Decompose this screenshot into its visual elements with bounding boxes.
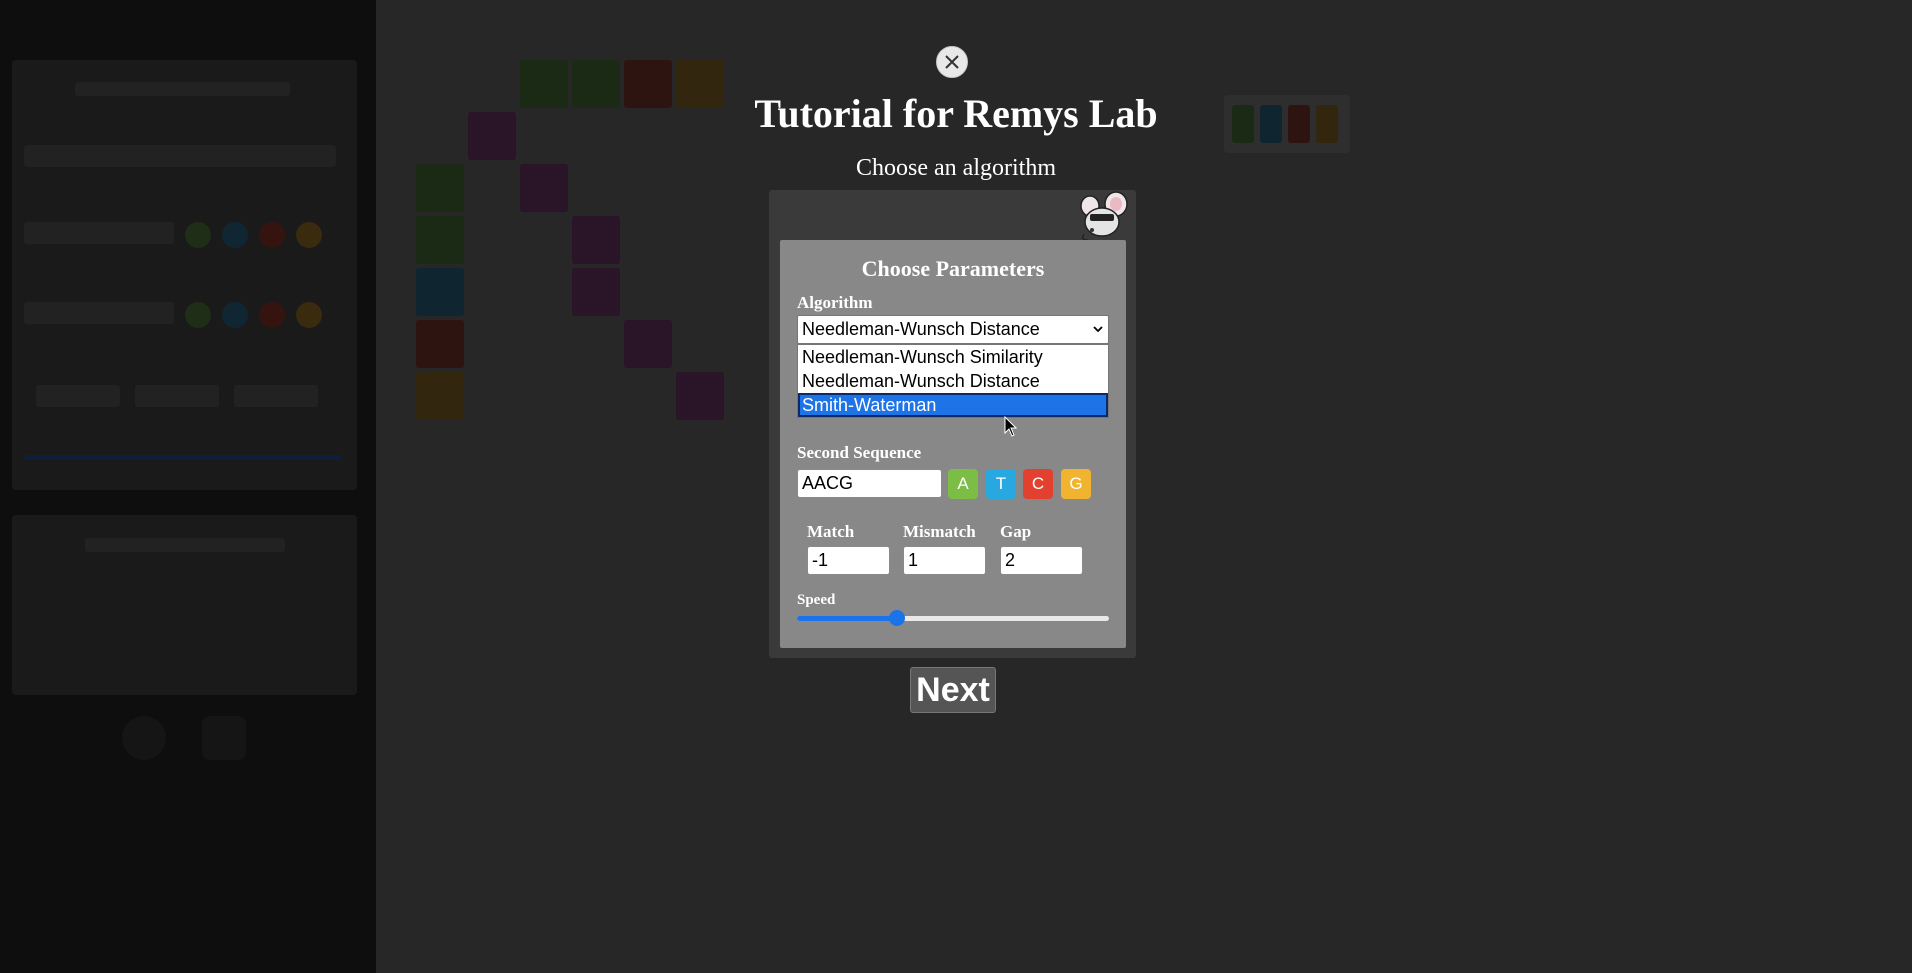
background-icon xyxy=(202,716,246,760)
background-placeholder xyxy=(36,385,120,407)
speed-slider-fill xyxy=(797,616,897,621)
algorithm-dropdown-list: Needleman-Wunsch Similarity Needleman-Wu… xyxy=(797,344,1109,418)
mouse-cursor-icon xyxy=(1004,416,1018,437)
background-cell xyxy=(416,268,464,316)
mouse-mascot-icon xyxy=(1080,191,1128,241)
algorithm-select-value: Needleman-Wunsch Distance xyxy=(802,319,1040,339)
background-placeholder xyxy=(234,385,318,407)
mismatch-input[interactable]: 1 xyxy=(903,546,986,575)
match-input[interactable]: -1 xyxy=(807,546,890,575)
add-a-button[interactable]: A xyxy=(948,469,978,499)
match-label: Match xyxy=(807,522,855,541)
background-cell xyxy=(416,320,464,368)
gap-label: Gap xyxy=(1000,522,1032,541)
background-placeholder xyxy=(85,538,285,552)
background-cell xyxy=(572,216,620,264)
speed-slider-thumb[interactable] xyxy=(888,610,905,626)
background-dot xyxy=(222,302,248,328)
algorithm-select[interactable]: Needleman-Wunsch Distance xyxy=(797,315,1109,344)
background-dot xyxy=(185,222,211,248)
background-cell xyxy=(416,216,464,264)
speed-label: Speed xyxy=(797,592,836,608)
background-cell xyxy=(572,268,620,316)
background-dot xyxy=(296,302,322,328)
background-placeholder xyxy=(24,302,174,324)
background-dot xyxy=(296,222,322,248)
background-placeholder xyxy=(24,222,174,244)
algorithm-option-nw-similarity[interactable]: Needleman-Wunsch Similarity xyxy=(798,345,1108,369)
background-placeholder xyxy=(135,385,219,407)
add-g-button[interactable]: G xyxy=(1061,469,1091,499)
add-t-button[interactable]: T xyxy=(986,469,1016,499)
second-sequence-label: Second Sequence xyxy=(797,443,922,462)
second-sequence-input[interactable]: AACG xyxy=(797,469,942,498)
background-dot xyxy=(185,302,211,328)
mismatch-label: Mismatch xyxy=(903,522,976,541)
parameters-panel: Choose Parameters Algorithm Needleman-Wu… xyxy=(780,240,1126,648)
gap-input[interactable]: 2 xyxy=(1000,546,1083,575)
algorithm-option-smith-waterman[interactable]: Smith-Waterman xyxy=(798,393,1108,417)
background-dot xyxy=(259,302,285,328)
background-dot xyxy=(259,222,285,248)
tutorial-step-title: Choose an algorithm xyxy=(856,155,1056,181)
algorithm-option-nw-distance[interactable]: Needleman-Wunsch Distance xyxy=(798,369,1108,393)
speed-slider[interactable] xyxy=(797,610,1109,626)
background-sidebar xyxy=(0,0,376,973)
add-c-button[interactable]: C xyxy=(1023,469,1053,499)
background-cell xyxy=(624,320,672,368)
background-icon xyxy=(122,716,166,760)
close-icon xyxy=(945,55,959,69)
background-dot xyxy=(222,222,248,248)
close-tutorial-button[interactable] xyxy=(936,46,968,78)
tutorial-title: Tutorial for Remys Lab xyxy=(754,91,1158,136)
next-button[interactable]: Next xyxy=(910,667,996,713)
background-cell xyxy=(416,372,464,420)
background-placeholder xyxy=(24,455,342,460)
parameters-heading: Choose Parameters xyxy=(861,256,1045,281)
background-cell xyxy=(676,372,724,420)
algorithm-label: Algorithm xyxy=(797,293,873,312)
chevron-down-icon xyxy=(1093,326,1103,333)
